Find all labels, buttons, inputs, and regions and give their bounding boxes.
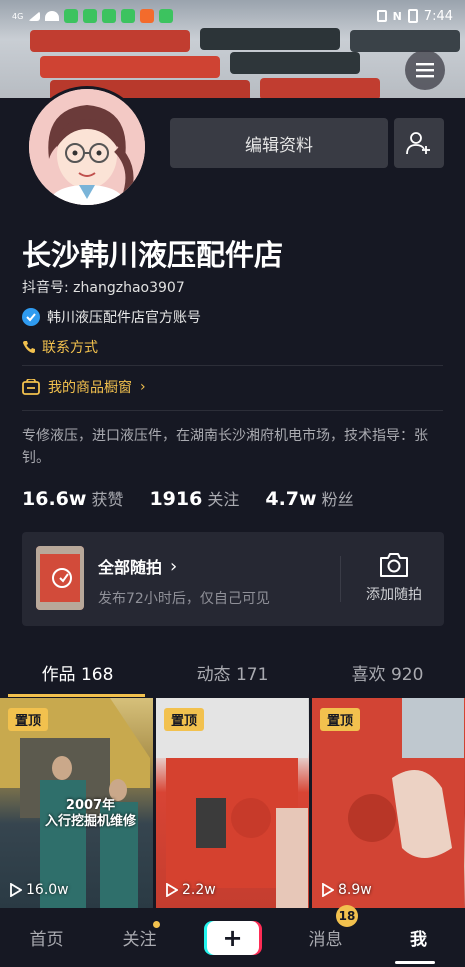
app-icon: [140, 9, 155, 23]
nav-follow-label: 关注: [122, 930, 157, 950]
status-time: 7:44: [423, 8, 453, 24]
verified-badge: 韩川液压配件店官方账号: [22, 307, 201, 327]
video-thumbnail[interactable]: 置顶 2.2w: [156, 698, 309, 908]
stat-likes[interactable]: 16.6w 获赞: [22, 486, 123, 510]
create-button[interactable]: +: [206, 920, 259, 955]
nav-create[interactable]: +: [186, 920, 279, 955]
battery-icon: [407, 9, 418, 23]
tab-moments[interactable]: 动态 171: [155, 652, 310, 698]
stat-label: 关注: [207, 490, 240, 509]
stat-value: 1916: [149, 488, 203, 510]
play-icon: [322, 883, 334, 897]
signal-icon: [28, 11, 41, 21]
tab-works[interactable]: 作品 168: [0, 652, 155, 698]
video-thumbnail[interactable]: 置顶 2007年 入行挖掘机维修 16.0w: [0, 698, 153, 908]
stat-value: 16.6w: [22, 488, 87, 510]
profile-tabs: 作品 168 动态 171 喜欢 920: [0, 652, 465, 698]
avatar-illustration: [29, 89, 145, 205]
divider: [22, 410, 443, 411]
play-count: 2.2w: [164, 882, 216, 898]
snapshot-title-text: 全部随拍: [98, 558, 163, 577]
verified-text: 韩川液压配件店官方账号: [47, 310, 201, 326]
edit-profile-button[interactable]: 编辑资料: [170, 118, 388, 168]
chevron-right-icon: ›: [140, 379, 146, 395]
video-grid: 置顶 2007年 入行挖掘机维修 16.0w 置顶 2.2w 置顶 8.9w: [0, 698, 465, 908]
nav-follow[interactable]: 关注: [93, 921, 186, 950]
nav-home[interactable]: 首页: [0, 925, 93, 950]
phone-icon: [23, 341, 35, 353]
notification-dot: [153, 921, 160, 928]
profile-bio: 专修液压，进口液压件，在湖南长沙湘府机电市场，技术指导：张钊。: [22, 428, 428, 466]
video-thumbnail[interactable]: 置顶 8.9w: [312, 698, 465, 908]
tab-indicator: [8, 694, 145, 697]
menu-icon: [416, 63, 434, 78]
play-icon: [10, 883, 22, 897]
snapshot-subtitle: 发布72小时后，仅自己可见: [98, 591, 270, 607]
chevron-right-icon: ›: [170, 555, 178, 577]
contact-link[interactable]: 联系方式: [22, 337, 98, 357]
stat-label: 获赞: [91, 490, 124, 509]
add-snapshot-label: 添加随拍: [366, 587, 422, 603]
app-icon: [64, 9, 79, 23]
divider: [22, 365, 443, 366]
play-count: 8.9w: [320, 882, 372, 898]
camera-icon: [380, 553, 408, 577]
nfc-icon: N: [392, 9, 402, 23]
profile-name: 长沙韩川液压配件店: [22, 238, 284, 272]
active-nav-indicator: [395, 961, 435, 964]
status-bar: 4G N 7:44: [0, 0, 465, 32]
menu-button[interactable]: [405, 50, 445, 90]
avatar[interactable]: [26, 86, 148, 208]
video-caption: 2007年 入行挖掘机维修: [45, 798, 137, 829]
snapshot-thumbnail-image: [36, 546, 84, 610]
nav-messages-label: 消息: [308, 930, 343, 950]
stat-followers[interactable]: 4.7w 粉丝: [265, 486, 353, 510]
messages-badge: 18: [336, 905, 358, 927]
verified-icon: [22, 308, 40, 326]
wifi-icon: [45, 11, 60, 21]
plus-icon: +: [222, 923, 243, 952]
divider: [340, 556, 341, 602]
stat-following[interactable]: 1916 关注: [149, 486, 239, 510]
stat-label: 粉丝: [321, 490, 354, 509]
snapshot-thumbnail: [36, 546, 84, 610]
play-count-value: 16.0w: [26, 882, 69, 898]
tab-likes[interactable]: 喜欢 920: [310, 652, 465, 698]
app-icon: [159, 9, 174, 23]
signal-text: 4G: [12, 11, 24, 21]
pinned-badge: 置顶: [164, 708, 205, 731]
pinned-badge: 置顶: [320, 708, 361, 731]
add-friend-icon: [406, 132, 430, 155]
shop-label: 我的商品橱窗: [48, 380, 132, 396]
nav-messages[interactable]: 消息 18: [279, 905, 372, 950]
bottom-nav: 首页 关注 + 消息 18 我: [0, 905, 465, 967]
shop-window-link[interactable]: 我的商品橱窗 ›: [22, 377, 146, 397]
nav-me[interactable]: 我: [372, 925, 465, 950]
contact-label: 联系方式: [42, 340, 98, 356]
play-count-value: 2.2w: [182, 882, 216, 898]
play-icon: [166, 883, 178, 897]
play-count-value: 8.9w: [338, 882, 372, 898]
vibrate-icon: [376, 10, 387, 22]
play-count: 16.0w: [8, 882, 69, 898]
app-icon: [83, 9, 98, 23]
douyin-id: 抖音号: zhangzhao3907: [22, 280, 185, 296]
stat-value: 4.7w: [265, 488, 317, 510]
add-snapshot-button[interactable]: 添加随拍: [358, 552, 430, 612]
stats-row: 16.6w 获赞 1916 关注 4.7w 粉丝: [22, 486, 354, 510]
snapshot-title: 全部随拍 ›: [98, 554, 177, 578]
add-friend-button[interactable]: [394, 118, 444, 168]
shop-icon: [22, 379, 40, 395]
app-icon: [102, 9, 117, 23]
app-icon: [121, 9, 136, 23]
snapshot-card[interactable]: 全部随拍 › 发布72小时后，仅自己可见 添加随拍: [22, 532, 444, 626]
pinned-badge: 置顶: [8, 708, 49, 731]
